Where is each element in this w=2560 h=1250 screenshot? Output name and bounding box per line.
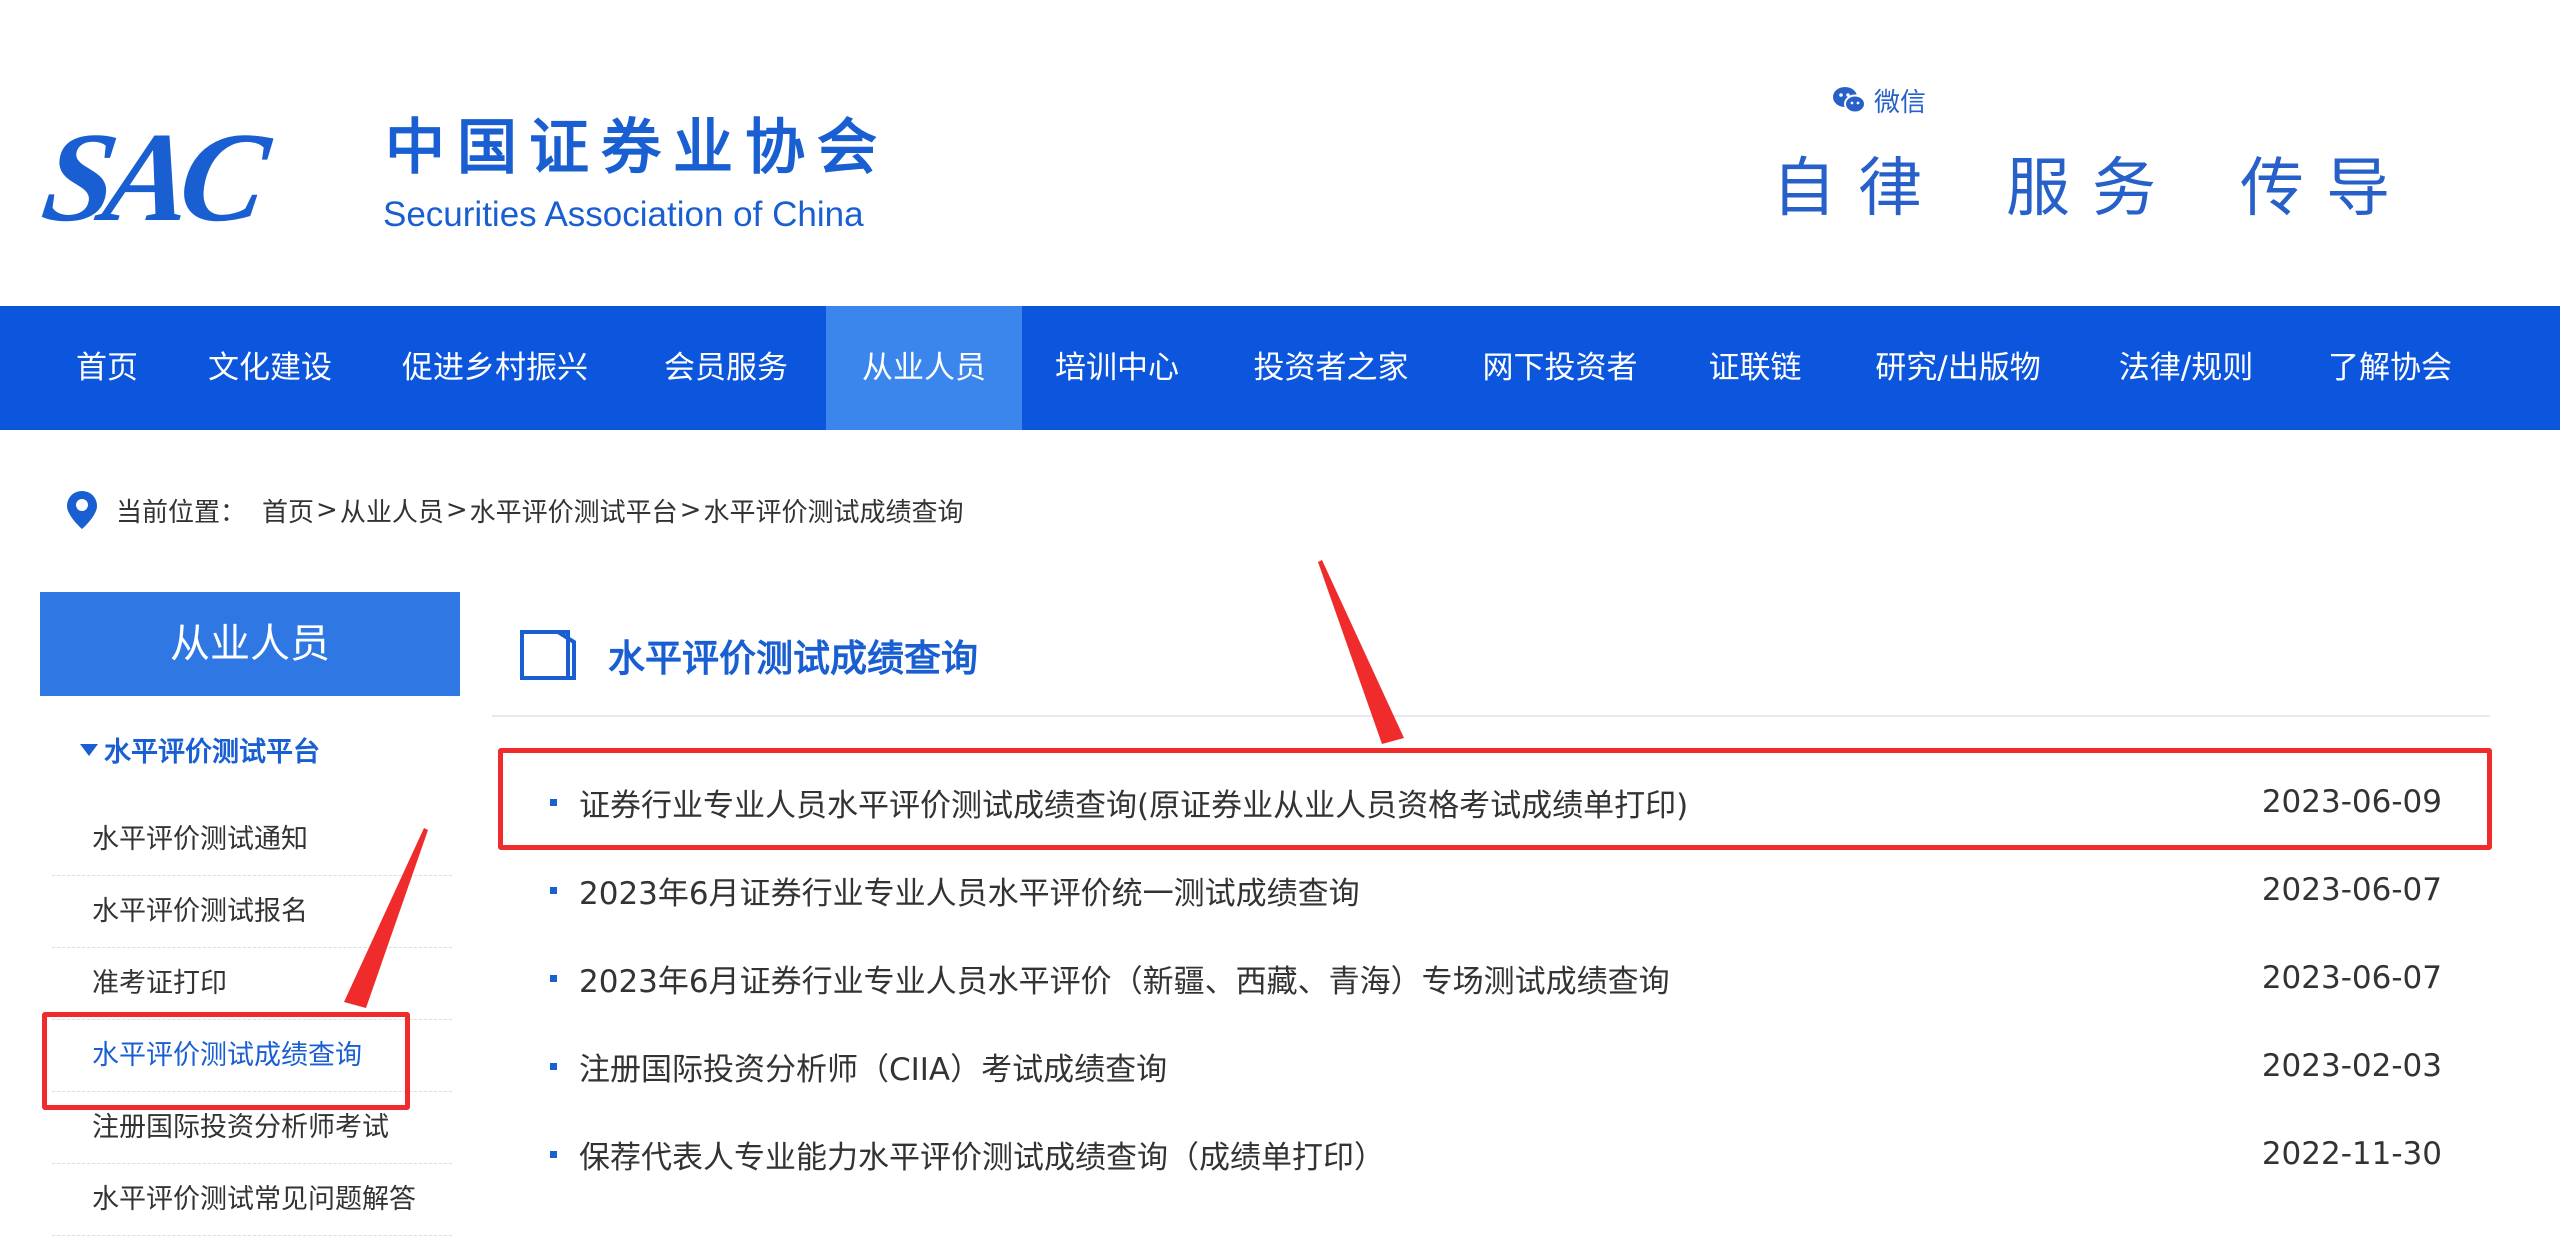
bullet-icon [550,1062,557,1070]
list-item[interactable]: 2023年6月证券行业专业人员水平评价（新疆、西藏、青海）专场测试成绩查询 20… [550,934,2450,1022]
slogan-word-3: 传导 [2240,152,2412,226]
sidebar-item-test-notice[interactable]: 水平评价测试通知 [52,804,452,876]
site-logo[interactable]: SAC 中国证券业协会 Securities Association of Ch… [35,106,975,248]
site-header: SAC 中国证券业协会 Securities Association of Ch… [0,0,2560,306]
sidebar-item-test-registration[interactable]: 水平评价测试报名 [52,876,452,948]
list-item-date: 2023-06-09 [2261,784,2442,820]
nav-item-culture[interactable]: 文化建设 [196,306,344,430]
bullet-icon [550,1150,557,1158]
logo-chinese-name: 中国证券业协会 [385,113,889,183]
sidebar-item-faq[interactable]: 水平评价测试常见问题解答 [52,1164,452,1236]
nav-item-member[interactable]: 会员服务 [650,306,802,430]
sidebar-item-ciia-exam[interactable]: 注册国际投资分析师考试 [52,1092,452,1164]
nav-item-offline-investor[interactable]: 网下投资者 [1462,306,1658,430]
list-item-date: 2023-06-07 [2261,960,2442,996]
breadcrumb-practitioners[interactable]: 从业人员 [340,492,444,529]
logo-mark: SAC [35,106,267,248]
list-item-date: 2023-06-07 [2261,872,2442,908]
bullet-icon [550,798,557,806]
score-query-list: 证券行业专业人员水平评价测试成绩查询(原证券业从业人员资格考试成绩单打印) 20… [550,758,2450,1198]
list-item[interactable]: 2023年6月证券行业专业人员水平评价统一测试成绩查询 2023-06-07 [550,846,2450,934]
breadcrumb-current[interactable]: 水平评价测试成绩查询 [703,492,963,529]
list-item-title[interactable]: 证券行业专业人员水平评价测试成绩查询(原证券业从业人员资格考试成绩单打印) [579,780,2262,825]
logo-english-name: Securities Association of China [383,195,864,234]
list-item-date: 2023-02-03 [2261,1048,2442,1084]
location-pin-icon [67,491,97,529]
main-nav: 首页 文化建设 促进乡村振兴 会员服务 从业人员 培训中心 投资者之家 网下投资… [0,306,2560,430]
nav-item-about[interactable]: 了解协会 [2316,306,2464,430]
breadcrumb-separator: > [445,495,468,525]
sidebar-group-label: 水平评价测试平台 [104,737,320,768]
breadcrumb-test-platform[interactable]: 水平评价测试平台 [470,492,678,529]
sidebar-group-test-platform[interactable]: 水平评价测试平台 [80,730,320,769]
nav-item-training[interactable]: 培训中心 [1042,306,1192,430]
breadcrumb-label: 当前位置： [116,497,247,528]
sidebar-item-admission-ticket[interactable]: 准考证打印 [52,948,452,1020]
nav-item-rural[interactable]: 促进乡村振兴 [390,306,600,430]
list-item-title[interactable]: 注册国际投资分析师（CIIA）考试成绩查询 [579,1044,2262,1089]
list-item-title[interactable]: 2023年6月证券行业专业人员水平评价（新疆、西藏、青海）专场测试成绩查询 [579,956,2262,1001]
nav-item-chain[interactable]: 证联链 [1690,306,1820,430]
slogan: 自律 服务 传导 [1772,138,2412,228]
list-item-title[interactable]: 2023年6月证券行业专业人员水平评价统一测试成绩查询 [579,868,2262,913]
breadcrumb-separator: > [679,495,702,525]
list-item[interactable]: 保荐代表人专业能力水平评价测试成绩查询（成绩单打印） 2022-11-30 [550,1110,2450,1198]
list-item-title[interactable]: 保荐代表人专业能力水平评价测试成绩查询（成绩单打印） [579,1132,2262,1177]
nav-item-research[interactable]: 研究/出版物 [1858,306,2058,430]
sidebar-title: 从业人员 [40,592,460,696]
list-item[interactable]: 注册国际投资分析师（CIIA）考试成绩查询 2023-02-03 [550,1022,2450,1110]
nav-item-law[interactable]: 法律/规则 [2098,306,2274,430]
breadcrumb: 当前位置： 首页 > 从业人员 > 水平评价测试平台 > 水平评价测试成绩查询 [66,490,963,530]
nav-item-investor-home[interactable]: 投资者之家 [1236,306,1426,430]
sidebar-item-score-query[interactable]: 水平评价测试成绩查询 [52,1020,452,1092]
bullet-icon [550,886,557,894]
list-item-date: 2022-11-30 [2261,1136,2442,1172]
wechat-icon [1833,87,1866,114]
list-item[interactable]: 证券行业专业人员水平评价测试成绩查询(原证券业从业人员资格考试成绩单打印) 20… [550,758,2450,846]
slogan-word-2: 服务 [2006,152,2178,226]
section-title: 水平评价测试成绩查询 [608,637,978,680]
wechat-link[interactable]: 微信 [1832,82,1926,118]
section-divider [492,715,2490,717]
document-icon [520,630,576,680]
sidebar-menu: 水平评价测试通知 水平评价测试报名 准考证打印 水平评价测试成绩查询 注册国际投… [52,804,452,1236]
nav-item-home[interactable]: 首页 [42,306,172,430]
section-header: 水平评价测试成绩查询 [520,620,978,690]
caret-down-icon [80,743,98,756]
breadcrumb-separator: > [316,495,338,525]
breadcrumb-home[interactable]: 首页 [262,492,314,529]
slogan-word-1: 自律 [1772,152,1944,226]
nav-item-practitioners[interactable]: 从业人员 [826,306,1022,430]
bullet-icon [550,974,557,982]
wechat-label: 微信 [1874,87,1927,118]
